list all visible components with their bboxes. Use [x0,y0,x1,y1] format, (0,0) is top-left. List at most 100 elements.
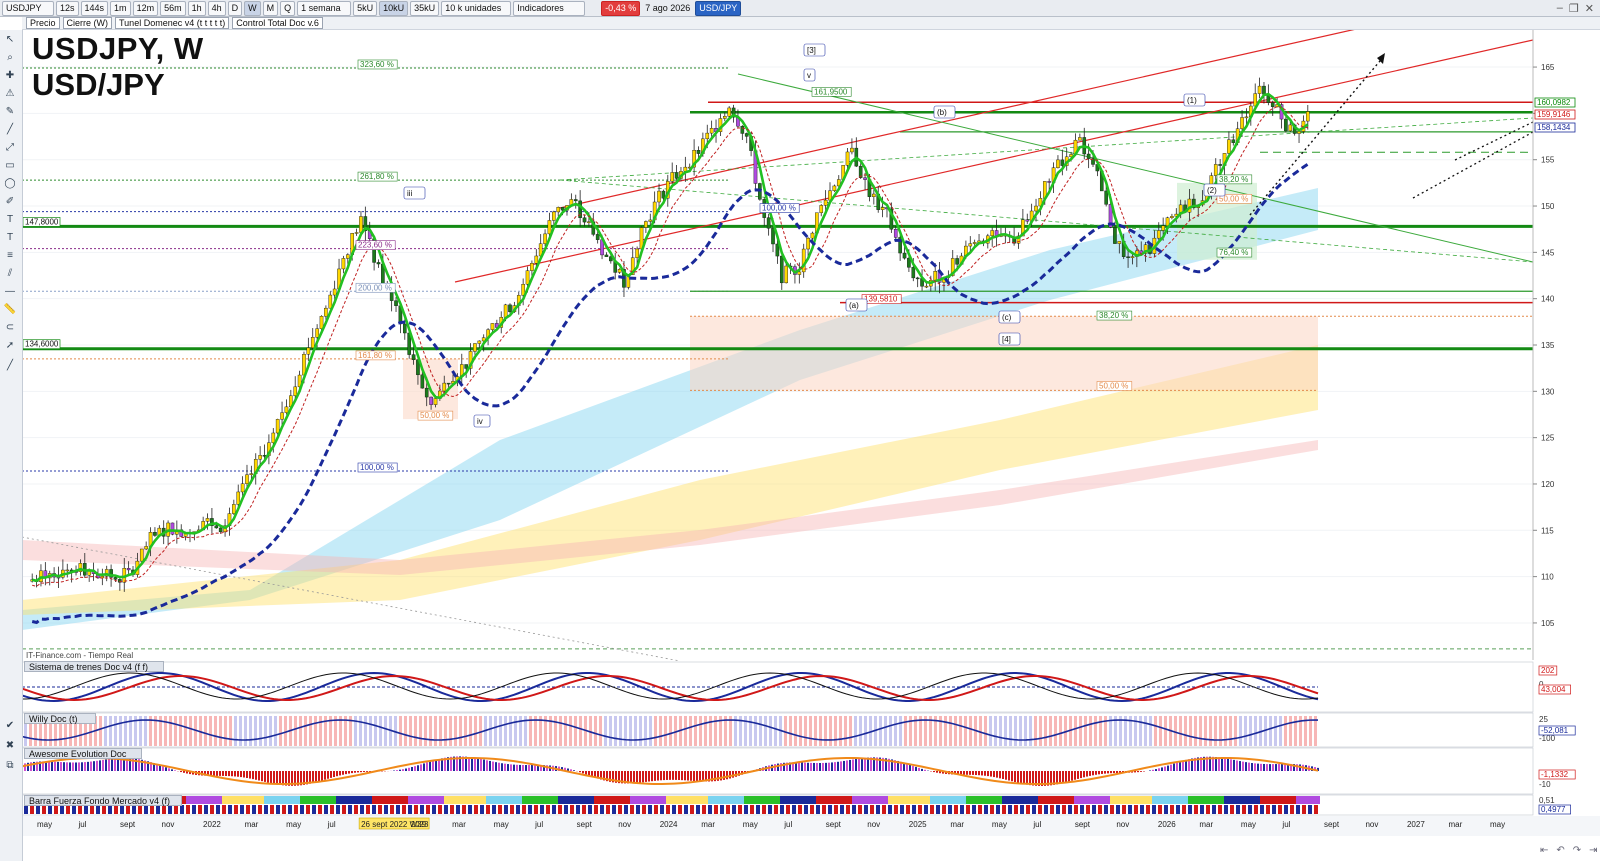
check-icon[interactable]: ✔ [3,720,17,732]
willy-bar [894,716,897,746]
clear-icon[interactable]: ✖ [3,740,17,752]
back-icon[interactable]: ↶ [1556,845,1564,856]
awesome-bar [1251,763,1253,771]
tf-button-8[interactable]: W [244,0,261,16]
candle-body [324,307,328,317]
barra-top [1014,796,1020,804]
barra-top [414,796,420,804]
rectangle-icon[interactable]: ▭ [3,160,17,172]
barra-bar [570,805,574,814]
barra-bar [540,805,544,814]
barra-top [816,796,822,804]
tf-button-5[interactable]: 1h [187,0,206,16]
willy-bar [704,716,707,746]
channel-icon[interactable]: ⫽ [3,268,17,280]
barra-top [306,796,312,804]
text-icon[interactable]: T [3,214,17,226]
panel-header-willy[interactable]: Willy Doc (t) [24,713,96,724]
tf-button-2[interactable]: 1m [110,0,131,16]
barra-top [528,796,534,804]
willy-bar [984,716,987,746]
tf-button-6[interactable]: 4h [207,0,226,16]
panel-header-trenes[interactable]: Sistema de trenes Doc v4 (f f) [24,661,164,672]
time-tick-label: jul [78,820,87,829]
forward-icon[interactable]: ↷ [1573,845,1581,856]
chart-canvas[interactable]: 147,8000 134,6000 323,60 % 261,80 % 223,60 %… [0,0,1600,861]
symbol-select[interactable]: USDJPY [2,0,54,16]
crosshair-icon[interactable]: ✚ [3,70,17,82]
willy-bar [774,716,777,746]
barra-bar [474,805,478,814]
tf-button-0[interactable]: 12s [56,0,79,16]
line-icon[interactable]: ╱ [3,124,17,136]
indicator-chip-price[interactable]: Precio [26,17,60,29]
tf-button-3[interactable]: 12m [132,0,159,16]
ellipse-icon[interactable]: ◯ [3,178,17,190]
candle-body [1130,256,1135,258]
awesome-bar [366,771,368,772]
magnet-icon[interactable]: ⊂ [3,322,17,334]
willy-bar [164,716,167,746]
awesome-bar [435,759,437,771]
awesome-bar [1026,771,1028,785]
barra-top [276,796,282,804]
scroll-left-icon[interactable]: ⇤ [1540,845,1548,856]
zoom-icon[interactable]: ⌕ [3,52,17,64]
willy-bar [879,716,882,746]
hline-icon[interactable]: — [3,286,17,298]
unit-select[interactable]: 10 k unidades [441,0,512,16]
barra-bar [366,805,370,814]
minimize-icon[interactable]: – [1557,2,1563,15]
unit-button-2[interactable]: 35kU [410,0,440,16]
awesome-bar [522,765,524,771]
willy-bar [219,716,222,746]
candle-body [1056,159,1060,168]
warning-icon[interactable]: ⚠ [3,88,17,100]
indicator-chip-control[interactable]: Control Total Doc v.6 [232,17,323,29]
awesome-bar [831,762,833,771]
unit-button-1[interactable]: 10kU [379,0,409,16]
barra-top [366,796,372,804]
tf-button-9[interactable]: M [262,0,279,16]
red-line-icon[interactable]: ╱ [3,360,17,372]
awesome-bar [849,759,851,771]
pencil-icon[interactable]: ✎ [3,106,17,118]
panel-header-barra[interactable]: Barra Fuerza Fondo Mercado v4 (f) [24,795,182,806]
unit-button-0[interactable]: 5kU [353,0,378,16]
text-box-icon[interactable]: T [3,232,17,244]
fibonacci-icon[interactable]: ≡ [3,250,17,262]
layers-icon[interactable]: ⧉ [3,760,17,772]
period-select[interactable]: 1 semana [297,0,352,16]
brush-icon[interactable]: ✐ [3,196,17,208]
tf-button-1[interactable]: 144s [80,0,109,16]
barra-bar [228,805,232,814]
awesome-bar [333,771,335,778]
indicator-chip-tunel[interactable]: Tunel Domenec v4 (t t t t t) [115,17,230,29]
tf-button-7[interactable]: D [227,0,243,16]
indicators-button[interactable]: Indicadores [513,0,586,16]
tf-button-10[interactable]: Q [280,0,296,16]
arrow-icon[interactable]: ➚ [3,340,17,352]
cursor-icon[interactable]: ↖ [3,34,17,46]
barra-bar [1302,805,1306,814]
awesome-bar [501,763,503,771]
price-tick-label: 150 [1541,202,1555,211]
awesome-bar [213,771,215,776]
indicator-chip-close[interactable]: Cierre (W) [62,17,113,29]
awesome-bar [1254,763,1256,771]
close-icon[interactable]: ✕ [1585,2,1594,15]
restore-icon[interactable]: ❐ [1569,2,1579,15]
time-tick-label: jul [534,820,543,829]
annotation-label: 38,20 % [1219,175,1248,184]
panel-header-awesome[interactable]: Awesome Evolution Doc [24,748,142,759]
trend-icon[interactable]: ⤢ [3,142,17,154]
barra-bar [1230,805,1234,814]
scroll-right-icon[interactable]: ⇥ [1589,845,1597,856]
willy-bar [424,716,427,746]
ruler-icon[interactable]: 📏 [3,304,17,316]
awesome-bar [1095,771,1097,775]
barra-top [966,796,972,804]
candle-body [968,243,973,247]
tf-button-4[interactable]: 56m [160,0,186,16]
awesome-bar [534,765,536,771]
